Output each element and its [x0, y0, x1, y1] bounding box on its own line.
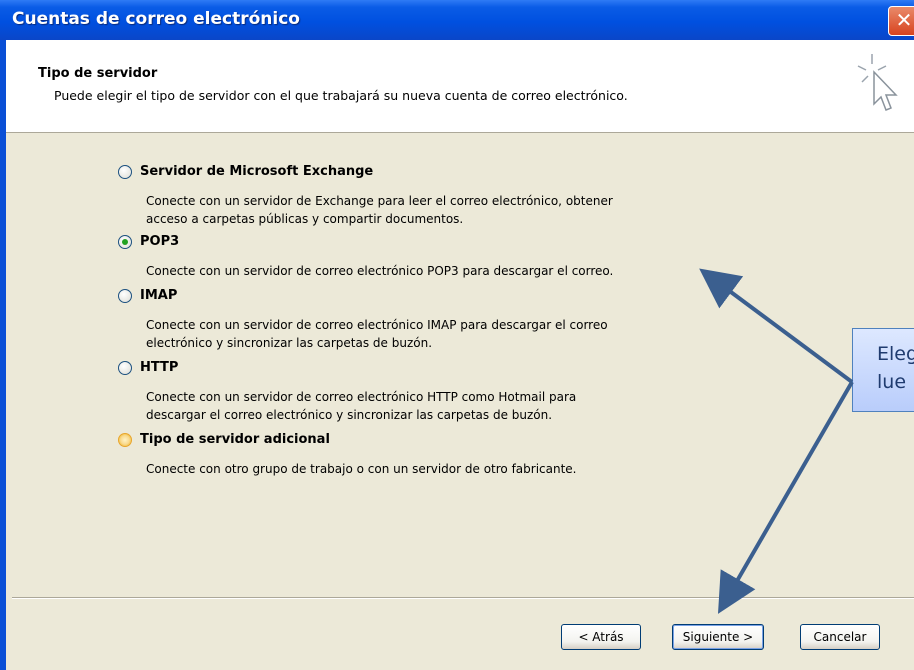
arrow-to-pop3 — [699, 268, 854, 384]
annotation-arrows — [699, 268, 854, 614]
arrow-to-next — [717, 380, 854, 614]
email-accounts-dialog: Cuentas de correo electrónico ✕ Tipo de … — [0, 0, 914, 670]
